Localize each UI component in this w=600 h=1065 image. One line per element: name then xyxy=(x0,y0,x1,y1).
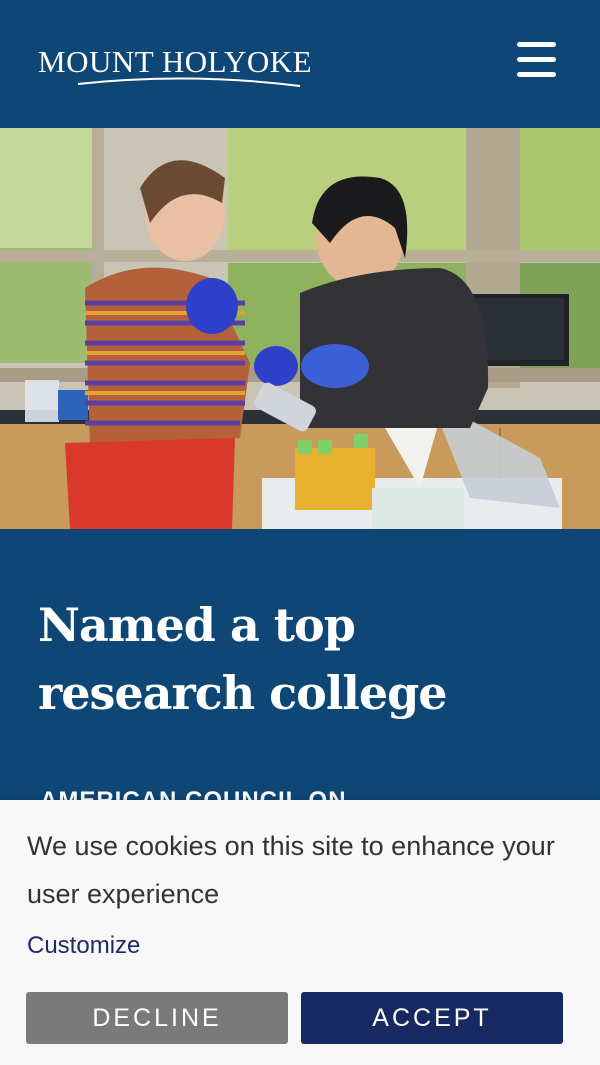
logo-swoosh-icon xyxy=(77,77,301,87)
site-header: MOUNT HOLYOKE xyxy=(0,0,600,128)
customize-link[interactable]: Customize xyxy=(27,932,140,960)
accept-button[interactable]: ACCEPT xyxy=(301,992,563,1044)
students-in-lab-photo xyxy=(0,128,600,529)
cookie-message: We use cookies on this site to enhance y… xyxy=(27,831,555,909)
mount-holyoke-logo[interactable]: MOUNT HOLYOKE xyxy=(38,38,338,90)
cookie-banner: We use cookies on this site to enhance y… xyxy=(0,800,600,1065)
hero-image xyxy=(0,128,600,529)
decline-button[interactable]: DECLINE xyxy=(26,992,288,1044)
feature-title: Named a top research college xyxy=(38,598,448,720)
page: MOUNT HOLYOKE Named a top research colle… xyxy=(0,0,600,1065)
menu-button[interactable] xyxy=(512,38,560,82)
